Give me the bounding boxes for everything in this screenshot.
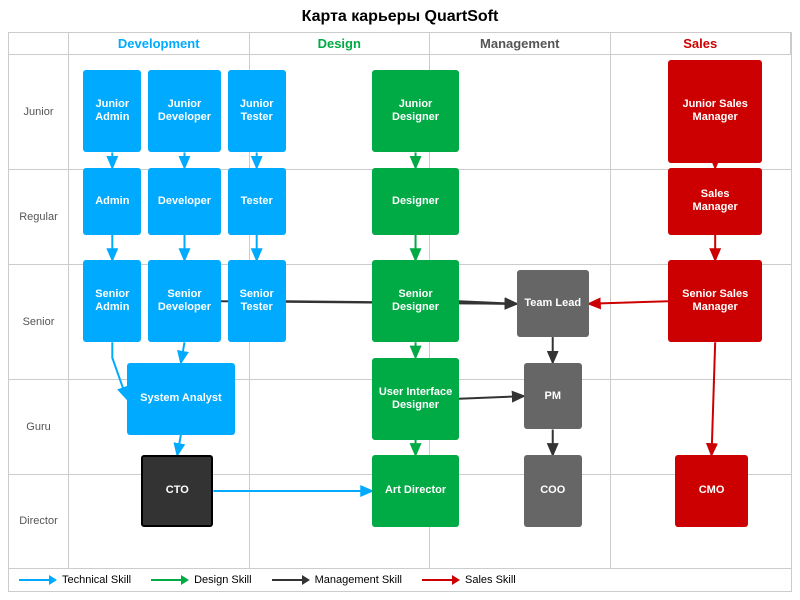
node-junior-tester: JuniorTester — [228, 70, 286, 152]
col-header-mgmt: Management — [430, 33, 611, 54]
legend-arrowhead-design — [181, 575, 189, 585]
row-label-director: Director — [9, 475, 68, 568]
node-designer: Designer — [372, 168, 459, 235]
page-title: Карта карьеры QuartSoft — [8, 8, 792, 26]
legend-label-sales: Sales Skill — [465, 574, 516, 586]
node-junior-developer: JuniorDeveloper — [148, 70, 220, 152]
chart-wrapper: Development Design Management Sales Juni… — [8, 32, 792, 592]
node-junior-sales-manager: Junior SalesManager — [668, 60, 762, 163]
legend-arrow-technical — [19, 575, 57, 585]
col-header-sales: Sales — [611, 33, 792, 54]
node-admin: Admin — [83, 168, 141, 235]
node-ui-designer: User InterfaceDesigner — [372, 358, 459, 440]
node-coo: COO — [524, 455, 582, 527]
row-label-senior: Senior — [9, 265, 68, 380]
legend-arrowhead-sales — [452, 575, 460, 585]
node-senior-tester: SeniorTester — [228, 260, 286, 342]
node-developer: Developer — [148, 168, 220, 235]
row-labels: Junior Regular Senior Guru Director — [9, 55, 69, 568]
node-junior-admin: JuniorAdmin — [83, 70, 141, 152]
main-container: Карта карьеры QuartSoft Development Desi… — [0, 0, 800, 600]
col-header-design: Design — [250, 33, 431, 54]
legend-arrow-design — [151, 575, 189, 585]
row-label-regular: Regular — [9, 170, 68, 264]
legend-label-technical: Technical Skill — [62, 574, 131, 586]
chart-area: JuniorAdmin JuniorDeveloper JuniorTester… — [69, 55, 791, 568]
legend-arrow-sales — [422, 575, 460, 585]
legend-technical: Technical Skill — [19, 574, 131, 586]
legend-label-design: Design Skill — [194, 574, 251, 586]
node-tester: Tester — [228, 168, 286, 235]
legend-label-management: Management Skill — [315, 574, 402, 586]
legend-arrowhead-management — [302, 575, 310, 585]
legend-line-design — [151, 579, 181, 581]
node-cmo: CMO — [675, 455, 747, 527]
legend-management: Management Skill — [272, 574, 402, 586]
node-pm: PM — [524, 363, 582, 430]
grid-body: Junior Regular Senior Guru Director — [9, 55, 791, 568]
node-senior-developer: SeniorDeveloper — [148, 260, 220, 342]
node-senior-designer: SeniorDesigner — [372, 260, 459, 342]
legend-line-sales — [422, 579, 452, 581]
node-senior-sales-manager: Senior SalesManager — [668, 260, 762, 342]
node-cto: CTO — [141, 455, 213, 527]
node-art-director: Art Director — [372, 455, 459, 527]
col-headers: Development Design Management Sales — [9, 33, 791, 55]
legend-design: Design Skill — [151, 574, 251, 586]
row-label-guru: Guru — [9, 380, 68, 474]
row-label-junior: Junior — [9, 55, 68, 170]
legend: Technical Skill Design Skill Management … — [9, 568, 791, 591]
legend-line-management — [272, 579, 302, 581]
col-header-dev: Development — [69, 33, 250, 54]
legend-arrowhead-technical — [49, 575, 57, 585]
node-sales-manager: SalesManager — [668, 168, 762, 235]
node-team-lead: Team Lead — [517, 270, 589, 337]
node-senior-admin: SeniorAdmin — [83, 260, 141, 342]
legend-line-technical — [19, 579, 49, 581]
legend-arrow-management — [272, 575, 310, 585]
node-junior-designer: JuniorDesigner — [372, 70, 459, 152]
col-header-empty — [9, 33, 69, 54]
legend-sales: Sales Skill — [422, 574, 516, 586]
node-system-analyst: System Analyst — [127, 363, 235, 435]
